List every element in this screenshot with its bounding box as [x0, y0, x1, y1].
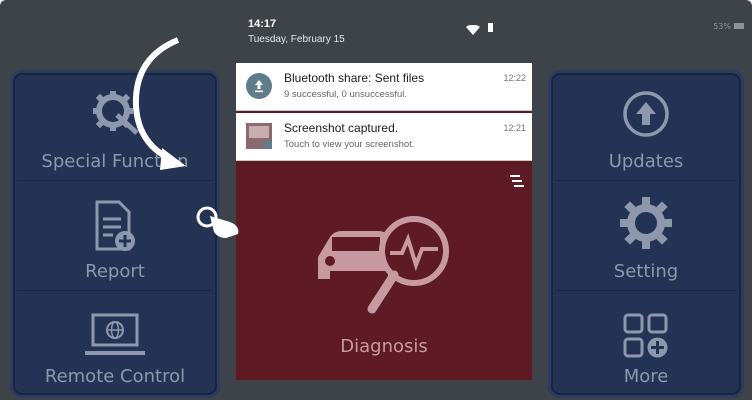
upload-circle-icon [246, 73, 272, 99]
notification-screenshot[interactable]: Screenshot captured. Touch to view your … [236, 113, 532, 161]
battery-percent: 53% [713, 22, 731, 31]
tile-label: Updates [608, 151, 684, 172]
tile-label: More [623, 366, 669, 387]
right-function-panel: Updates Setting More [548, 70, 744, 398]
notification-subtitle: Touch to view your screenshot. [284, 139, 415, 150]
battery-icon [734, 23, 744, 29]
tile-more[interactable]: More [555, 291, 737, 395]
upload-arrow-icon [623, 91, 669, 137]
swipe-down-arrow-icon [132, 37, 186, 170]
remote-laptop-icon [85, 313, 145, 355]
tile-label: Report [85, 261, 145, 282]
tile-setting[interactable]: Setting [555, 181, 737, 291]
wifi-icon [466, 25, 480, 35]
gear-icon [620, 197, 672, 249]
clear-all-icon[interactable] [510, 175, 524, 187]
screenshot-thumbnail-icon [246, 123, 272, 149]
launcher-screen: 53% Special Function Report Remote Contr… [0, 0, 752, 412]
car-diagnosis-icon [318, 216, 449, 314]
tile-updates[interactable]: Updates [555, 73, 737, 181]
battery-status: 53% [713, 22, 744, 31]
grid-plus-icon [623, 313, 668, 358]
battery-icon [488, 23, 493, 32]
bottom-margin [0, 400, 752, 412]
clock: 14:17 [248, 18, 277, 30]
shade-header: 14:17 Tuesday, February 15 [236, 7, 532, 63]
notification-shade[interactable]: 14:17 Tuesday, February 15 Bluetooth sha… [236, 7, 532, 380]
notification-time: 12:21 [503, 123, 526, 133]
tile-label: Remote Control [44, 366, 186, 387]
notification-title: Bluetooth share: Sent files [284, 71, 425, 85]
tile-remote-control[interactable]: Remote Control [17, 291, 213, 395]
notification-time: 12:22 [503, 73, 526, 83]
tile-label: Setting [613, 261, 679, 282]
tile-diagnosis-label: Diagnosis [340, 336, 428, 357]
report-add-icon [95, 200, 135, 251]
notification-bluetooth-share[interactable]: Bluetooth share: Sent files 9 successful… [236, 63, 532, 111]
notification-subtitle: 9 successful, 0 unsuccessful. [284, 89, 408, 100]
date: Tuesday, February 15 [248, 34, 345, 45]
touch-hand-icon [196, 206, 239, 238]
notification-title: Screenshot captured. [284, 121, 399, 135]
tile-report[interactable]: Report [17, 181, 213, 291]
